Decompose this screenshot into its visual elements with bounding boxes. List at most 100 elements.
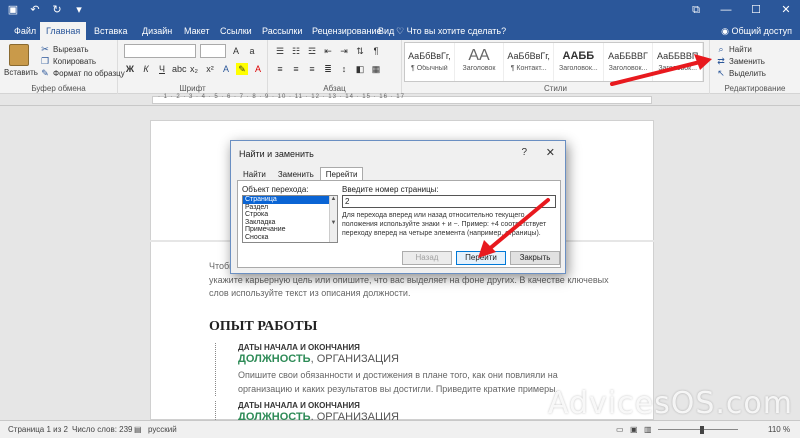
shrink-font-icon[interactable]: a [246,45,258,57]
tab-goto[interactable]: Перейти [319,167,364,181]
highlight-icon[interactable]: ✎ [236,63,248,75]
tab-insert[interactable]: Вставка [88,22,133,40]
undo-icon[interactable]: ↶ [28,3,42,17]
style-name: Заголовок [462,65,496,72]
list-item[interactable]: Строка [243,211,329,219]
page-number-input[interactable]: 2 [342,195,556,208]
borders-icon[interactable]: ▦ [370,63,382,75]
tab-replace[interactable]: Заменить [272,167,320,181]
align-right-icon[interactable]: ≡ [306,63,318,75]
text-effects-icon[interactable]: A [220,63,232,75]
tab-home[interactable]: Главная [40,22,87,40]
word-count[interactable]: Число слов: 239 [72,421,132,438]
share-button[interactable]: ◉ Общий доступ [721,22,792,40]
select-button[interactable]: ↖ Выделить [716,68,766,78]
numbering-icon[interactable]: ☷ [290,45,302,57]
paste-button[interactable]: Вставить [4,42,38,82]
cut-button[interactable]: ✂ Вырезать [40,44,88,54]
shading-icon[interactable]: ◧ [354,63,366,75]
horizontal-ruler[interactable]: · 1 · 2 · 3 · 4 · 5 · 6 · 7 · 8 · 9 · 10… [0,94,800,106]
quick-access-toolbar: ▣ ↶ ↻ ▾ [6,3,86,17]
superscript-icon[interactable]: x² [204,63,216,75]
line-spacing-icon[interactable]: ↕ [338,63,350,75]
zoom-level[interactable]: 110 % [768,421,790,438]
dialog-tabs: Найти Заменить Перейти [237,167,364,181]
print-layout-icon[interactable]: ▣ [630,421,638,438]
read-mode-icon[interactable]: ▭ [616,421,624,438]
find-button[interactable]: ⌕ Найти [716,44,751,54]
close-icon[interactable]: ✕ [546,146,555,159]
goto-panel: Объект перехода: Страница Раздел Строка … [237,180,561,268]
font-color-icon[interactable]: A [252,63,264,75]
help-icon[interactable]: ? [521,147,527,158]
grow-font-icon[interactable]: A [230,45,242,57]
entry-dates: ДАТЫ НАЧАЛА И ОКОНЧАНИЯ [238,343,360,352]
increase-indent-icon[interactable]: ⇥ [338,45,350,57]
style-sample: АаББВВП [656,51,699,61]
ribbon-display-icon[interactable]: ⧉ [688,2,704,18]
redo-icon[interactable]: ↻ [50,3,64,17]
user-icon: ◉ [721,26,732,36]
style-normal[interactable]: АаБбВвГг, ¶ Обычный [405,43,455,81]
font-name-combo[interactable] [124,44,196,58]
list-item[interactable]: Закладка [243,219,329,227]
tab-mailings[interactable]: Рассылки [256,22,308,40]
underline-button[interactable]: Ч [156,63,168,75]
bold-button[interactable]: Ж [124,63,136,75]
entry-position: ДОЛЖНОСТЬ [238,353,311,365]
align-center-icon[interactable]: ≡ [290,63,302,75]
tab-references[interactable]: Ссылки [214,22,258,40]
web-layout-icon[interactable]: ▥ [644,421,652,438]
close-dialog-button[interactable]: Закрыть [510,251,560,265]
copy-button[interactable]: ❐ Копировать [40,56,96,66]
style-contact[interactable]: АаБбВвГг, ¶ Контакт... [504,43,555,81]
font-size-combo[interactable] [200,44,226,58]
goto-what-list[interactable]: Страница Раздел Строка Закладка Примечан… [242,195,338,243]
list-scrollbar[interactable]: ▲ ▼ [329,196,337,242]
proofing-icon[interactable]: ▤ [134,421,142,438]
font-format-row: Ж К Ч abc x₂ x² A ✎ A [124,63,264,75]
tell-me-box[interactable]: ♡ Что вы хотите сделать? [396,22,506,40]
style-title[interactable]: АА Заголовок [455,43,505,81]
save-icon[interactable]: ▣ [6,3,20,17]
zoom-thumb[interactable] [700,426,704,434]
list-item[interactable]: Раздел [243,204,329,212]
sort-icon[interactable]: ⇅ [354,45,366,57]
justify-icon[interactable]: ≣ [322,63,334,75]
page-count[interactable]: Страница 1 из 2 [8,421,68,438]
decrease-indent-icon[interactable]: ⇤ [322,45,334,57]
tab-find[interactable]: Найти [237,167,272,181]
pilcrow-icon[interactable]: ¶ [370,45,382,57]
previous-button[interactable]: Назад [402,251,452,265]
entry-role: ДОЛЖНОСТЬ, ОРГАНИЗАЦИЯ [238,410,399,420]
minimize-icon[interactable]: — [718,2,734,18]
style-heading-2[interactable]: АаББВВГ Заголовок... [604,43,654,81]
bullets-icon[interactable]: ☰ [274,45,286,57]
tab-file[interactable]: Файл [8,22,42,40]
entry-description: Опишите свои обязанности и достижения в … [238,370,558,380]
list-item[interactable]: Сноска [243,234,329,242]
zoom-slider[interactable] [658,429,738,430]
language[interactable]: русский [148,421,177,438]
style-heading-3[interactable]: АаББВВП Заголовок... [653,43,704,81]
experience-heading: ОПЫТ РАБОТЫ [209,319,318,334]
style-sample: АА [468,47,490,64]
customize-icon[interactable]: ▾ [72,3,86,17]
list-item[interactable]: Примечание [243,226,329,234]
italic-button[interactable]: К [140,63,152,75]
subscript-icon[interactable]: x₂ [188,63,200,75]
entry-organization: , ОРГАНИЗАЦИЯ [310,353,399,365]
multilevel-icon[interactable]: ☲ [306,45,318,57]
entry-organization: , ОРГАНИЗАЦИЯ [310,411,399,420]
tab-layout[interactable]: Макет [178,22,215,40]
maximize-icon[interactable]: ☐ [748,2,764,18]
replace-button[interactable]: ⇄ Заменить [716,56,765,66]
list-item[interactable]: Страница [243,196,329,204]
goto-button[interactable]: Перейти [456,251,506,265]
strikethrough-icon[interactable]: abc [172,63,187,75]
format-painter-button[interactable]: ✎ Формат по образцу [40,68,125,78]
align-left-icon[interactable]: ≡ [274,63,286,75]
close-window-icon[interactable]: ✕ [778,2,794,18]
style-heading-1[interactable]: ААББ Заголовок... [554,43,604,81]
tab-design[interactable]: Дизайн [136,22,178,40]
